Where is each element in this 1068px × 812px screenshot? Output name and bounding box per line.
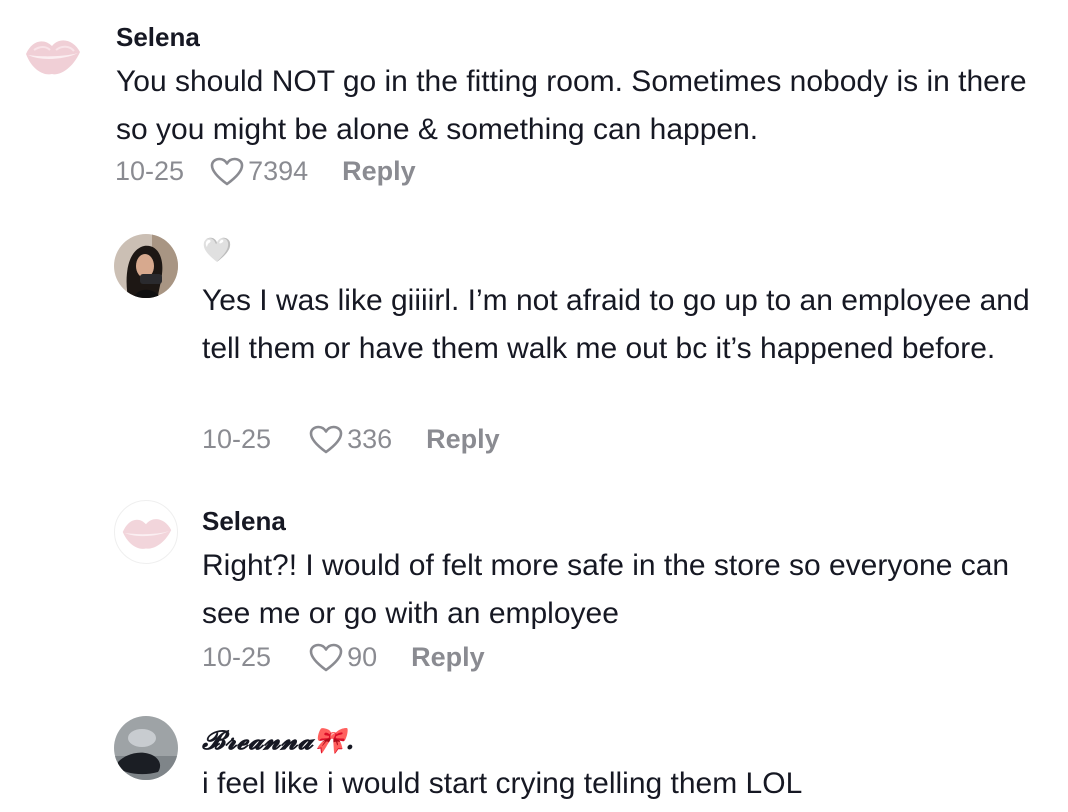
lips-icon [122, 519, 172, 549]
comment-meta: 10-25 7394 Reply [115, 156, 416, 187]
reply-button[interactable]: Reply [411, 642, 485, 673]
like-button[interactable]: 7394 [210, 156, 308, 187]
like-button[interactable]: 90 [309, 642, 377, 673]
reply-button[interactable]: Reply [426, 424, 500, 455]
like-count: 90 [347, 642, 378, 672]
like-button[interactable]: 336 [309, 424, 392, 455]
like-count: 7394 [248, 156, 309, 186]
like-count: 336 [347, 424, 393, 454]
reply-button[interactable]: Reply [342, 156, 416, 187]
heart-icon [309, 425, 343, 453]
heart-icon [309, 643, 343, 671]
comment-username[interactable]: 𝓑𝓻𝓮𝓪𝓷𝓷𝓪🎀. [202, 726, 354, 757]
comment-text: i feel like i would start crying telling… [202, 767, 803, 800]
reply-item: 𝓑𝓻𝓮𝓪𝓷𝓷𝓪🎀. i feel like i would start cryi… [0, 712, 1068, 812]
comment-date: 10-25 [115, 156, 185, 186]
comment-meta: 10-25 90 Reply [202, 642, 485, 673]
comment-username[interactable]: Selena [116, 22, 200, 53]
avatar[interactable] [114, 716, 178, 780]
comment-date: 10-25 [202, 642, 272, 672]
comment-text: You should NOT go in the fitting room. S… [116, 65, 1027, 146]
comment-text: Right?! I would of felt more safe in the… [202, 549, 1010, 630]
reply-item: Selena Right?! I would of felt more safe… [0, 496, 1068, 696]
avatar[interactable] [20, 24, 84, 88]
reply-item: 🤍 Yes I was like giiiirl. I’m not afraid… [0, 220, 1068, 470]
comment-item: Selena You should NOT go in the fitting … [0, 0, 1068, 200]
comment-text: Yes I was like giiiirl. I’m not afraid t… [202, 284, 1030, 365]
lips-icon [26, 40, 80, 75]
comment-username[interactable]: Selena [202, 506, 286, 537]
avatar[interactable] [114, 234, 178, 298]
comment-username[interactable]: 🤍 [202, 236, 232, 265]
user-photo [114, 716, 178, 780]
comment-meta: 10-25 336 Reply [202, 424, 500, 455]
comment-date: 10-25 [202, 424, 272, 454]
heart-icon [210, 157, 244, 185]
user-photo [114, 234, 178, 298]
avatar[interactable] [114, 500, 178, 564]
